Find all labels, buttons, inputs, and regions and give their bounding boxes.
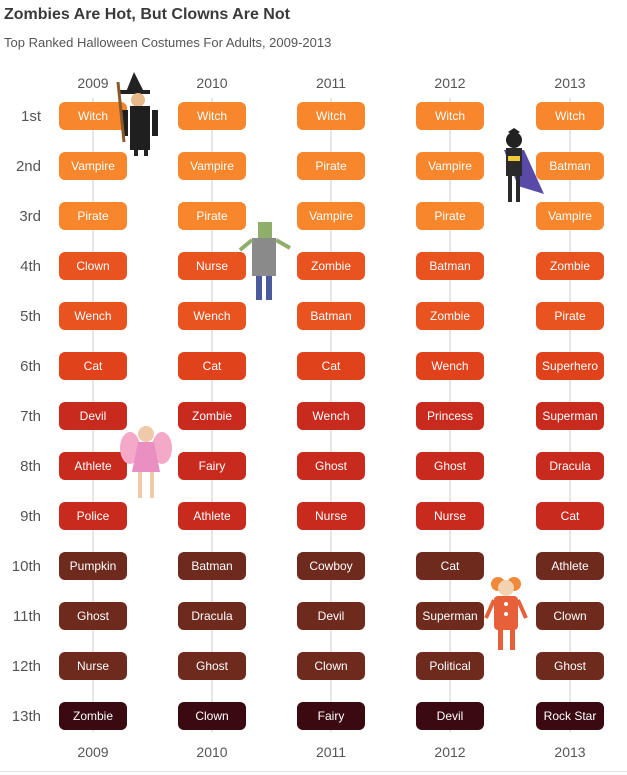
costume-label: Vampire: [309, 209, 353, 223]
costume-label: Nurse: [315, 509, 347, 523]
costume-label: Nurse: [196, 259, 228, 273]
year-label-top: 2009: [77, 75, 108, 91]
costume-label: Vampire: [71, 159, 115, 173]
rank-label: 10th: [12, 558, 41, 575]
year-label-top: 2012: [434, 75, 465, 91]
costume-label: Ghost: [315, 459, 348, 473]
year-label-top: 2013: [554, 75, 585, 91]
costume-label: Cowboy: [309, 559, 352, 573]
costume-label: Nurse: [77, 659, 109, 673]
costume-label: Clown: [553, 609, 586, 623]
rank-label: 4th: [20, 258, 41, 275]
rank-label: 13th: [12, 708, 41, 725]
costume-label: Vampire: [428, 159, 472, 173]
rank-label: 1st: [21, 108, 42, 125]
costume-label: Batman: [310, 309, 351, 323]
rank-label: 11th: [13, 608, 41, 625]
rank-label: 2nd: [16, 158, 41, 175]
year-label-bottom: 2010: [196, 744, 227, 760]
costume-label: Pirate: [315, 159, 347, 173]
costume-label: Wench: [74, 309, 111, 323]
costume-label: Superhero: [542, 359, 598, 373]
rank-label: 12th: [12, 658, 41, 675]
costume-label: Clown: [195, 709, 228, 723]
costume-label: Pirate: [434, 209, 466, 223]
year-label-bottom: 2009: [77, 744, 108, 760]
costume-label: Pirate: [196, 209, 228, 223]
costume-label: Wench: [431, 359, 468, 373]
costume-label: Witch: [78, 109, 108, 123]
bottom-rule: [0, 771, 627, 772]
costume-label: Clown: [76, 259, 109, 273]
costume-label: Political: [429, 659, 470, 673]
costume-label: Devil: [318, 609, 345, 623]
costume-label: Superman: [542, 409, 597, 423]
costume-label: Pumpkin: [70, 559, 117, 573]
costume-label: Vampire: [548, 209, 592, 223]
costume-label: Batman: [191, 559, 232, 573]
costume-label: Witch: [197, 109, 227, 123]
fairy-icon: [120, 426, 172, 498]
costume-label: Zombie: [311, 259, 351, 273]
clown-icon: [484, 577, 528, 650]
costume-label: Zombie: [430, 309, 470, 323]
costume-label: Athlete: [74, 459, 112, 473]
costume-label: Dracula: [191, 609, 233, 623]
rank-label: 9th: [20, 508, 41, 525]
costume-label: Fairy: [199, 459, 226, 473]
costume-label: Batman: [429, 259, 470, 273]
costume-label: Nurse: [434, 509, 466, 523]
costume-label: Police: [77, 509, 110, 523]
costume-label: Devil: [437, 709, 464, 723]
costume-label: Fairy: [318, 709, 345, 723]
year-label-bottom: 2013: [554, 744, 585, 760]
costume-label: Cat: [84, 359, 103, 373]
costume-label: Zombie: [73, 709, 113, 723]
costume-label: Witch: [555, 109, 585, 123]
costume-label: Rock Star: [544, 709, 597, 723]
costume-label: Cat: [322, 359, 341, 373]
costume-label: Wench: [193, 309, 230, 323]
costume-label: Athlete: [193, 509, 231, 523]
costume-label: Ghost: [434, 459, 467, 473]
costume-label: Dracula: [549, 459, 591, 473]
costume-label: Witch: [435, 109, 465, 123]
costume-label: Witch: [316, 109, 346, 123]
year-label-bottom: 2012: [434, 744, 465, 760]
costume-label: Ghost: [77, 609, 110, 623]
rank-label: 3rd: [19, 208, 41, 225]
costume-label: Pirate: [77, 209, 109, 223]
costume-label: Superman: [422, 609, 477, 623]
costume-ranking-chart: 2009 2009 2010 2010 2011 2011 2012 2012 2013 2013…: [12, 72, 604, 760]
costume-label: Ghost: [554, 659, 587, 673]
costume-label: Cat: [203, 359, 222, 373]
year-label-bottom: 2011: [316, 744, 346, 760]
costume-label: Zombie: [550, 259, 590, 273]
rank-label: 5th: [20, 308, 41, 325]
zombie-icon: [238, 222, 291, 300]
costume-label: Vampire: [190, 159, 234, 173]
costume-label: Cat: [561, 509, 580, 523]
year-label-top: 2010: [196, 75, 227, 91]
costume-label: Ghost: [196, 659, 229, 673]
costume-label: Princess: [427, 409, 473, 423]
rank-label: 6th: [20, 358, 41, 375]
costume-label: Cat: [441, 559, 460, 573]
costume-label: Athlete: [551, 559, 589, 573]
rank-label: 8th: [20, 458, 41, 475]
rank-label: 7th: [20, 408, 41, 425]
costume-label: Zombie: [192, 409, 232, 423]
costume-label: Devil: [80, 409, 107, 423]
costume-label: Pirate: [554, 309, 586, 323]
witch-icon: [116, 72, 158, 156]
costume-label: Batman: [549, 159, 590, 173]
costume-label: Wench: [312, 409, 349, 423]
costume-label: Clown: [314, 659, 347, 673]
year-label-top: 2011: [316, 75, 346, 91]
